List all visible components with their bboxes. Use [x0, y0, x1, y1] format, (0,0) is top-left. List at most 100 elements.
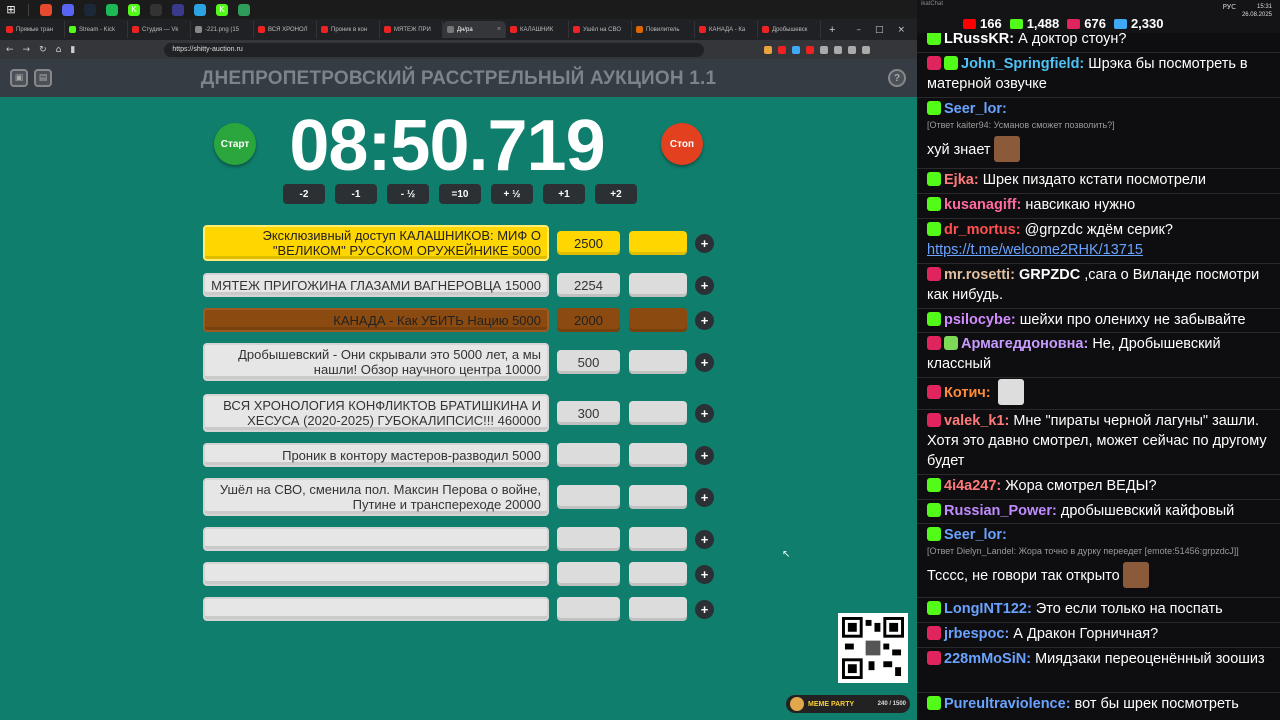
- lot-add-button[interactable]: +: [695, 529, 714, 549]
- chat-username[interactable]: Котич: [944, 385, 986, 401]
- lot-add-amount-field[interactable]: [629, 443, 687, 467]
- lot-name-field[interactable]: МЯТЕЖ ПРИГОЖИНА ГЛАЗАМИ ВАГНЕРОВЦА 15000: [203, 273, 549, 297]
- windows-icon[interactable]: ⊞: [5, 3, 17, 16]
- time-adjust-button[interactable]: =10: [439, 184, 481, 204]
- chat-username[interactable]: Seer_lor: [944, 101, 1002, 117]
- lot-add-button[interactable]: +: [695, 445, 714, 465]
- brave-icon[interactable]: [40, 3, 52, 16]
- chat-username[interactable]: mr.rosetti: [944, 267, 1010, 283]
- stop-button[interactable]: Стоп: [661, 123, 703, 165]
- obs-icon[interactable]: [172, 3, 184, 16]
- extension-icon[interactable]: [764, 45, 773, 54]
- chat-username[interactable]: Pureultraviolence: [944, 696, 1066, 712]
- steam-icon[interactable]: [84, 3, 96, 16]
- chat-username[interactable]: John_Springfield: [961, 56, 1079, 72]
- spotify-icon[interactable]: [106, 3, 118, 16]
- lot-add-amount-field[interactable]: [629, 485, 687, 509]
- lot-add-amount-field[interactable]: [629, 308, 687, 332]
- tab-close-icon[interactable]: ×: [497, 26, 501, 33]
- extension-icon[interactable]: [806, 45, 815, 54]
- lot-add-amount-field[interactable]: [629, 231, 687, 255]
- lot-add-amount-field[interactable]: [629, 273, 687, 297]
- lot-add-button[interactable]: +: [695, 275, 714, 295]
- kick-studio-icon[interactable]: K: [216, 3, 228, 16]
- lot-add-button[interactable]: +: [695, 233, 714, 253]
- browser-tab[interactable]: ВСЯ ХРОНОЛ: [254, 21, 317, 38]
- help-icon[interactable]: ?: [888, 69, 906, 87]
- time-adjust-button[interactable]: + ½: [491, 184, 533, 204]
- chat-username[interactable]: kusanagiff: [944, 197, 1017, 213]
- discord-icon[interactable]: [62, 3, 74, 16]
- lot-add-button[interactable]: +: [695, 599, 714, 619]
- chat-username[interactable]: 228mMoSiN: [944, 651, 1026, 667]
- lot-amount-field[interactable]: 500: [557, 350, 620, 374]
- lot-name-field[interactable]: Проник в контору мастеров-разводил 5000: [203, 443, 549, 467]
- url-field[interactable]: https://shitty-auction.ru: [164, 42, 705, 57]
- browser-tab[interactable]: Дн/ра ×: [443, 21, 506, 38]
- start-button[interactable]: Старт: [214, 123, 256, 165]
- lot-name-field[interactable]: КАНАДА - Как УБИТЬ Нацию 5000: [203, 308, 549, 332]
- time-adjust-button[interactable]: -1: [335, 184, 377, 204]
- chat-username[interactable]: 4i4a247: [944, 478, 996, 494]
- browser-tab[interactable]: КАНАДА - Ка: [695, 21, 758, 38]
- lot-amount-field[interactable]: [557, 485, 620, 509]
- chat-username[interactable]: Seer_lor: [944, 527, 1002, 543]
- back-icon[interactable]: ←: [6, 45, 14, 55]
- lot-amount-field[interactable]: [557, 597, 620, 621]
- extension-icon[interactable]: [848, 45, 857, 54]
- chat-username[interactable]: Russian_Power: [944, 503, 1052, 519]
- chat-username[interactable]: Армагеддоновна: [961, 336, 1083, 352]
- lot-add-button[interactable]: +: [695, 310, 714, 330]
- browser-tab[interactable]: -221.png (15: [191, 21, 254, 38]
- time-adjust-button[interactable]: +1: [543, 184, 585, 204]
- new-tab-button[interactable]: +: [829, 24, 835, 36]
- bookmark-icon[interactable]: ▮: [70, 45, 75, 55]
- chat-username[interactable]: jrbespoc: [944, 626, 1004, 642]
- browser-tab[interactable]: Прямые тран: [2, 21, 65, 38]
- extension-icon[interactable]: [792, 45, 801, 54]
- lot-add-button[interactable]: +: [695, 564, 714, 584]
- lot-amount-field[interactable]: 2000: [557, 308, 620, 332]
- chat-username[interactable]: Ejka: [944, 172, 974, 188]
- lot-name-field[interactable]: ВСЯ ХРОНОЛОГИЯ КОНФЛИКТОВ БРАТИШКИНА И Х…: [203, 394, 549, 432]
- time-adjust-button[interactable]: - ½: [387, 184, 429, 204]
- lot-amount-field[interactable]: 2254: [557, 273, 620, 297]
- lot-name-field[interactable]: [203, 527, 549, 551]
- telegram-icon[interactable]: [194, 3, 206, 16]
- extension-icon[interactable]: [834, 45, 843, 54]
- lot-add-button[interactable]: +: [695, 487, 714, 507]
- lot-amount-field[interactable]: [557, 527, 620, 551]
- chat-username[interactable]: LRussKR: [944, 33, 1009, 47]
- kick-icon[interactable]: K: [128, 3, 140, 16]
- forward-icon[interactable]: →: [23, 45, 31, 55]
- reload-icon[interactable]: ↻: [39, 45, 47, 55]
- maximize-icon[interactable]: □: [875, 25, 884, 35]
- lot-name-field[interactable]: [203, 562, 549, 586]
- lot-name-field[interactable]: [203, 597, 549, 621]
- green-app-icon[interactable]: [238, 3, 250, 16]
- close-icon[interactable]: ×: [897, 25, 905, 35]
- extension-icon[interactable]: [862, 45, 871, 54]
- extension-icon[interactable]: [778, 45, 787, 54]
- lot-name-field[interactable]: Эксклюзивный доступ КАЛАШНИКОВ: МИФ О "В…: [203, 225, 549, 261]
- browser-tab[interactable]: Дробышевск: [758, 21, 821, 38]
- browser-tab[interactable]: Ушёл на СВО: [569, 21, 632, 38]
- browser-tab[interactable]: Проник в кон: [317, 21, 380, 38]
- lot-amount-field[interactable]: 300: [557, 401, 620, 425]
- chat-link[interactable]: https://t.me/welcome2RHK/13715: [927, 242, 1143, 258]
- chat-username[interactable]: LongINT122: [944, 601, 1027, 617]
- lot-add-amount-field[interactable]: [629, 562, 687, 586]
- ghub-icon[interactable]: [150, 3, 162, 16]
- lot-name-field[interactable]: Дробышевский - Они скрывали это 5000 лет…: [203, 343, 549, 381]
- time-adjust-button[interactable]: +2: [595, 184, 637, 204]
- lot-amount-field[interactable]: [557, 562, 620, 586]
- chat-username[interactable]: dr_mortus: [944, 222, 1016, 238]
- lot-add-amount-field[interactable]: [629, 597, 687, 621]
- lot-add-amount-field[interactable]: [629, 527, 687, 551]
- lot-name-field[interactable]: Ушёл на СВО, сменила пол. Максин Перова …: [203, 478, 549, 516]
- lot-add-amount-field[interactable]: [629, 350, 687, 374]
- lot-amount-field[interactable]: [557, 443, 620, 467]
- browser-tab[interactable]: Stream - Kick: [65, 21, 128, 38]
- chat-username[interactable]: psilocybe: [944, 312, 1011, 328]
- minimize-icon[interactable]: –: [856, 25, 861, 35]
